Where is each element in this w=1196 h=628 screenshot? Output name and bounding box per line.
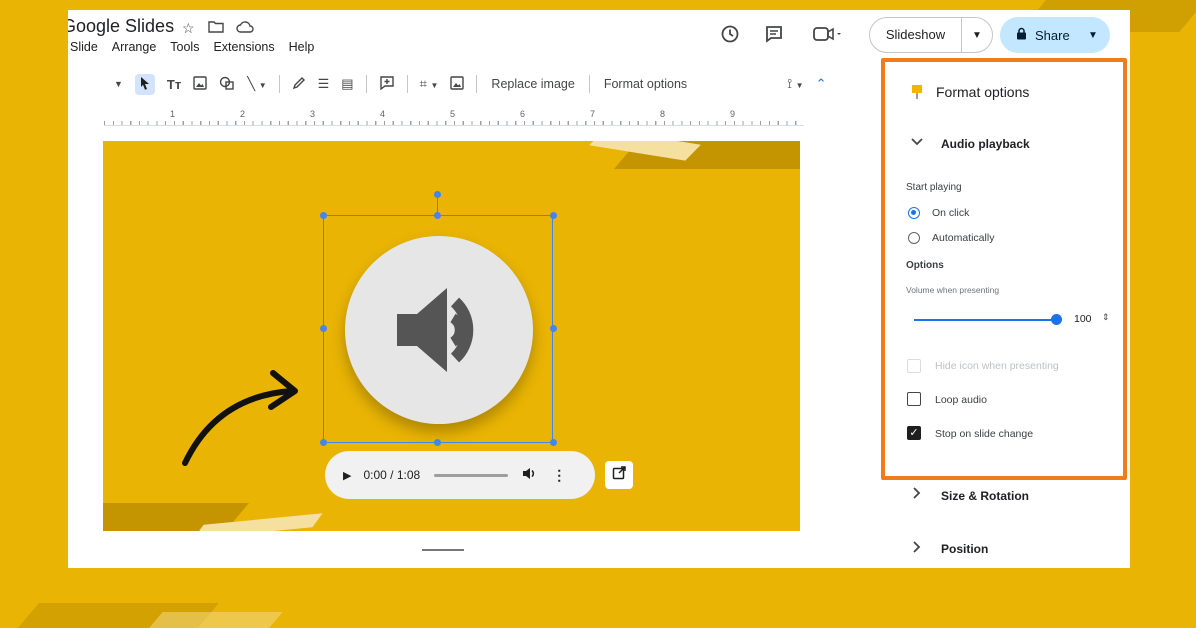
toolbar-divider: [365, 75, 367, 93]
highlight-frame: [881, 58, 1127, 480]
toolbar: ▼ Tт ╲ ▼ ☰ ▤ ⌗ ▼ Replace image Format op…: [68, 70, 880, 98]
ruler-number: 4: [380, 109, 386, 119]
menu-help[interactable]: Help: [289, 40, 315, 54]
resize-handle[interactable]: [320, 212, 327, 219]
slideshow-button[interactable]: Slideshow ▼: [869, 17, 993, 53]
background-decoration: [137, 612, 283, 628]
zoom-dropdown-icon[interactable]: ▼: [114, 79, 123, 89]
document-title[interactable]: Google Slides: [68, 16, 174, 37]
star-icon[interactable]: ☆: [182, 20, 195, 37]
image-icon[interactable]: [193, 75, 207, 93]
collapse-toolbar-icon[interactable]: ⌃: [816, 76, 827, 92]
ruler-number: 8: [660, 109, 666, 119]
chevron-right-icon[interactable]: [912, 540, 922, 557]
meet-icon[interactable]: [812, 24, 842, 49]
replace-image-button[interactable]: Replace image: [491, 77, 574, 91]
ruler-number: 5: [450, 109, 456, 119]
shape-icon[interactable]: [219, 76, 235, 93]
ruler-number: 1: [170, 109, 176, 119]
ruler-number: 2: [240, 109, 246, 119]
ruler-number: 6: [520, 109, 526, 119]
comment-icon[interactable]: [764, 24, 784, 49]
audio-time: 0:00 / 1:08: [363, 468, 421, 482]
resize-handle[interactable]: [550, 212, 557, 219]
toolbar-divider: [588, 75, 590, 93]
move-folder-icon[interactable]: [208, 20, 224, 36]
play-icon[interactable]: ▶: [343, 469, 351, 482]
chevron-right-icon[interactable]: [912, 486, 922, 503]
toolbar-divider: [406, 75, 408, 93]
speaker-notes-handle[interactable]: [422, 549, 464, 551]
select-tool-icon[interactable]: [134, 73, 155, 95]
menu-extensions[interactable]: Extensions: [213, 40, 274, 54]
slide-canvas[interactable]: ▶ 0:00 / 1:08 ⋮: [103, 141, 800, 531]
cursor-options-icon[interactable]: ⟟ ▼: [787, 76, 803, 92]
menu-slide[interactable]: Slide: [70, 40, 98, 54]
toolbar-divider: [278, 75, 280, 93]
line-dash-icon[interactable]: ▤: [341, 76, 353, 92]
add-comment-icon[interactable]: [379, 75, 395, 93]
more-vert-icon[interactable]: ⋮: [552, 467, 566, 484]
selection-box: [323, 215, 553, 443]
share-label: Share: [1035, 27, 1070, 43]
resize-handle[interactable]: [550, 439, 557, 446]
lock-icon: [1016, 27, 1027, 43]
chevron-down-icon[interactable]: ▼: [1088, 30, 1110, 41]
crop-icon[interactable]: ⌗ ▼: [420, 76, 439, 92]
menu-bar: Slide Arrange Tools Extensions Help: [70, 40, 328, 54]
rotate-handle[interactable]: [434, 191, 441, 198]
audio-player: ▶ 0:00 / 1:08 ⋮: [325, 451, 595, 499]
ruler-number: 3: [310, 109, 316, 119]
menu-tools[interactable]: Tools: [170, 40, 199, 54]
share-button[interactable]: Share ▼: [1000, 17, 1110, 53]
section-position[interactable]: Position: [941, 542, 988, 556]
menu-arrange[interactable]: Arrange: [112, 40, 156, 54]
section-size-rotation[interactable]: Size & Rotation: [941, 489, 1029, 503]
resize-handle[interactable]: [434, 439, 441, 446]
resize-handle[interactable]: [550, 325, 557, 332]
line-icon[interactable]: ╲ ▼: [247, 76, 266, 92]
resize-handle[interactable]: [434, 212, 441, 219]
ruler-number: 9: [730, 109, 736, 119]
toolbar-divider: [476, 75, 478, 93]
chevron-down-icon[interactable]: ▼: [962, 30, 992, 41]
line-weight-icon[interactable]: ☰: [318, 76, 330, 92]
slideshow-label[interactable]: Slideshow: [870, 18, 962, 52]
pen-icon[interactable]: [292, 76, 306, 93]
history-icon[interactable]: [720, 24, 740, 49]
replace-image-icon[interactable]: [450, 75, 465, 93]
volume-icon[interactable]: [522, 467, 536, 483]
audio-progress-track[interactable]: [434, 473, 509, 477]
resize-handle[interactable]: [320, 439, 327, 446]
text-box-icon[interactable]: Tт: [167, 77, 181, 92]
pointer-arrow-icon: [179, 369, 309, 474]
ruler-number: 7: [590, 109, 596, 119]
resize-handle[interactable]: [320, 325, 327, 332]
format-options-button[interactable]: Format options: [604, 77, 687, 91]
cloud-status-icon[interactable]: [236, 20, 254, 36]
open-in-new-icon[interactable]: [605, 461, 633, 489]
